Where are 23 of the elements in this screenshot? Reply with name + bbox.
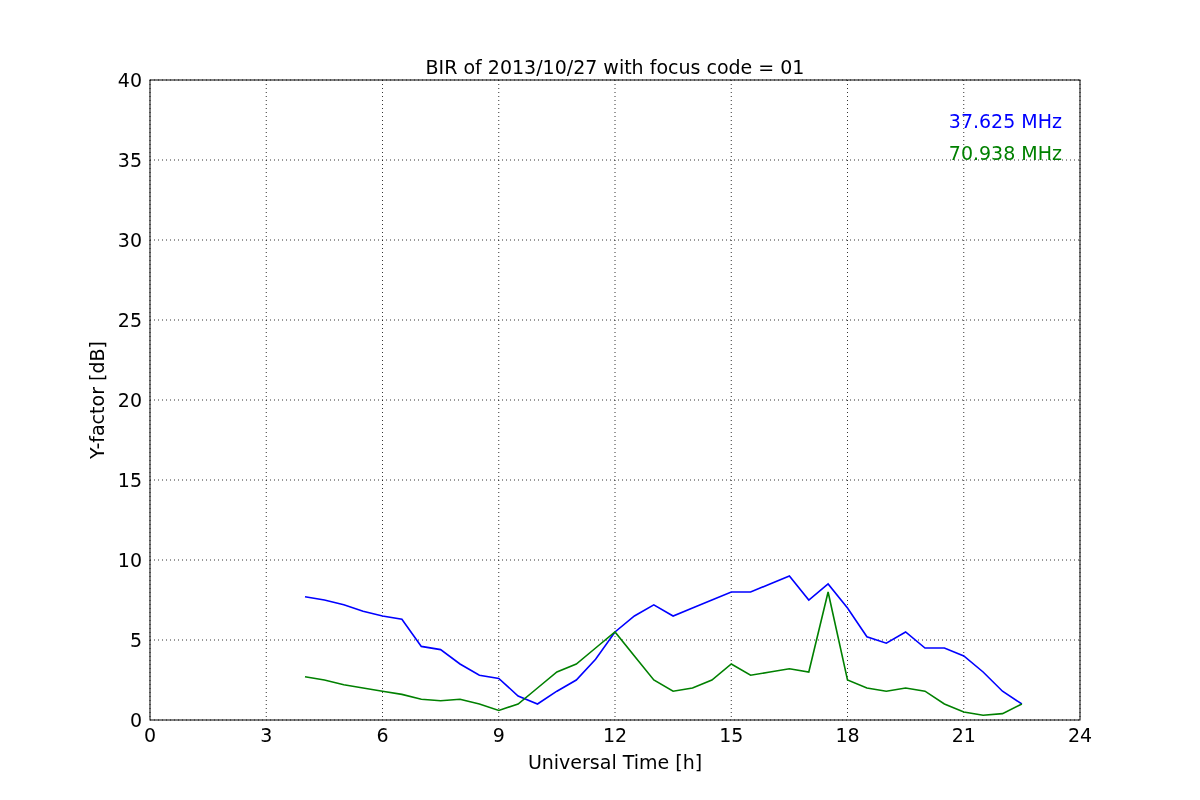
x-tick-label: 0 [143,724,157,746]
x-tick-label: 12 [602,724,628,746]
x-tick-label: 9 [492,724,505,746]
x-axis-label: Universal Time [h] [527,751,703,773]
y-tick-label: 25 [117,309,142,331]
y-axis-label: Y-factor [dB] [86,341,108,459]
x-tick-label: 3 [260,724,273,746]
y-tick-label: 20 [117,389,142,411]
x-tick-label: 21 [951,724,976,746]
legend-label: 37.625 MHz [948,110,1062,132]
y-tick-label: 40 [117,69,142,91]
y-tick-label: 0 [129,709,142,731]
y-tick-label: 30 [117,229,142,251]
x-tick-label: 6 [376,724,389,746]
y-tick-label: 15 [117,469,142,491]
y-tick-label: 10 [117,549,142,571]
x-tick-label: 18 [835,724,860,746]
y-tick-label: 35 [117,149,142,171]
chart-title: BIR of 2013/10/27 with focus code = 01 [425,56,805,78]
y-tick-label: 5 [129,629,142,651]
legend-label: 70.938 MHz [948,142,1062,164]
x-tick-label: 15 [719,724,744,746]
x-tick-label: 24 [1067,724,1093,746]
